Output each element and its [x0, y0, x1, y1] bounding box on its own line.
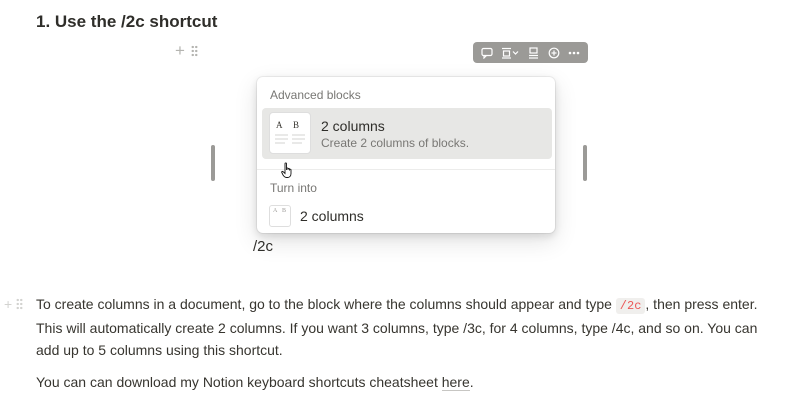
menu-item-description: Create 2 columns of blocks. — [321, 136, 470, 150]
menu-section-label-advanced: Advanced blocks — [270, 88, 361, 102]
slash-command-text[interactable]: /2c — [253, 238, 273, 255]
resize-handle-left[interactable] — [211, 145, 215, 181]
menu-item-title: 2 columns — [321, 118, 385, 134]
cheatsheet-text: You can can download my Notion keyboard … — [36, 374, 442, 390]
inline-code: /2c — [615, 298, 646, 314]
comment-icon[interactable] — [478, 45, 496, 61]
paragraph-block-handle[interactable]: + — [4, 296, 24, 312]
cheatsheet-paragraph: You can can download my Notion keyboard … — [36, 371, 474, 393]
slash-command-menu: Advanced blocks A B 2 columns Create 2 c… — [257, 77, 555, 233]
section-heading: 1. Use the /2c shortcut — [36, 12, 218, 31]
caption-icon[interactable] — [524, 45, 542, 61]
resize-handle-right[interactable] — [583, 145, 587, 181]
drag-handle-icon-faint[interactable] — [16, 298, 24, 310]
two-columns-small-thumbnail-icon: A B — [269, 205, 291, 227]
add-block-icon-faint[interactable]: + — [4, 296, 12, 312]
two-columns-thumbnail-icon: A B — [269, 112, 311, 154]
menu-item-2-columns[interactable]: A B 2 columns Create 2 columns of blocks… — [262, 108, 552, 159]
image-toolbar — [473, 42, 588, 63]
thumb-letter-b: B — [293, 120, 300, 130]
add-block-icon[interactable]: + — [175, 42, 185, 59]
more-icon[interactable] — [565, 45, 583, 61]
cheatsheet-link[interactable]: here — [441, 374, 470, 391]
thumb-letter-a: A — [276, 120, 283, 130]
chevron-down-icon — [512, 50, 519, 55]
align-icon[interactable] — [498, 45, 522, 61]
hand-pointer-cursor-icon — [281, 162, 295, 184]
add-icon[interactable] — [545, 45, 563, 61]
cheatsheet-period: . — [469, 374, 474, 390]
instruction-paragraph: To create columns in a document, go to t… — [36, 293, 781, 361]
drag-handle-icon[interactable] — [190, 45, 198, 57]
paragraph-text-start: To create columns in a document, go to t… — [36, 296, 616, 312]
small-thumb-letter-b: B — [282, 208, 287, 214]
small-thumb-letter-a: A — [273, 208, 278, 214]
menu-divider — [257, 169, 555, 170]
turn-into-item-title: 2 columns — [300, 208, 364, 224]
block-handle[interactable]: + — [175, 42, 198, 59]
